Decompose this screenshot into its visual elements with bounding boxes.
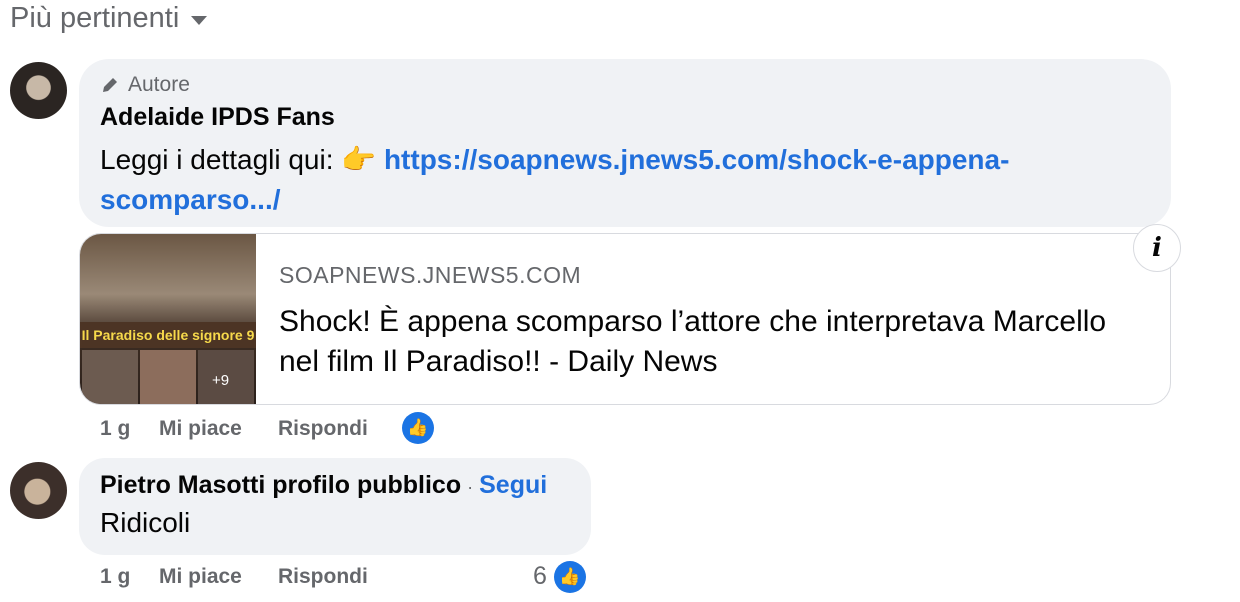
comment-time[interactable]: 1 g xyxy=(100,417,130,441)
like-button[interactable]: Mi piace xyxy=(159,565,242,589)
reaction-count[interactable]: 6 xyxy=(533,562,547,591)
comment-text: Ridicoli xyxy=(100,507,191,538)
sort-label: Più pertinenti xyxy=(10,2,180,34)
thumbnail-caption: Il Paradiso delle signore 9 xyxy=(80,322,256,348)
info-icon[interactable]: i xyxy=(1133,224,1181,272)
author-badge: Autore xyxy=(100,73,190,97)
pointing-hand-emoji: 👉 xyxy=(341,144,377,175)
thumbs-up-glyph: 👍 xyxy=(407,418,429,437)
comment-author[interactable]: Adelaide IPDS Fans xyxy=(100,103,335,132)
sort-dropdown[interactable]: Più pertinenti xyxy=(10,2,208,35)
avatar[interactable] xyxy=(10,462,67,519)
comment-author[interactable]: Pietro Masotti profilo pubblico xyxy=(100,471,461,499)
link-preview-card[interactable]: Il Paradiso delle signore 9 +9 SOAPNEWS.… xyxy=(79,233,1171,405)
follow-button[interactable]: Segui xyxy=(479,471,547,499)
thumbnail-more-count: +9 xyxy=(212,372,230,389)
preview-thumbnail: Il Paradiso delle signore 9 +9 xyxy=(80,234,256,404)
separator: · xyxy=(467,477,474,497)
preview-domain: SOAPNEWS.JNEWS5.COM xyxy=(279,262,582,288)
avatar[interactable] xyxy=(10,62,67,119)
author-badge-label: Autore xyxy=(128,73,190,96)
reply-button[interactable]: Rispondi xyxy=(278,417,368,441)
thumbnail-photo xyxy=(82,350,138,404)
pencil-icon xyxy=(103,78,117,92)
thumbs-up-glyph: 👍 xyxy=(559,567,581,586)
comment-text-prefix: Leggi i dettagli qui: xyxy=(100,144,334,175)
chevron-down-icon xyxy=(191,16,208,25)
reply-button[interactable]: Rispondi xyxy=(278,565,368,589)
thumbs-up-icon[interactable]: 👍 xyxy=(554,561,586,593)
comment-text: Leggi i dettagli qui: 👉 https://soapnews… xyxy=(100,140,1150,220)
comment-time[interactable]: 1 g xyxy=(100,565,130,589)
comment-header: Pietro Masotti profilo pubblico · Segui xyxy=(100,471,547,500)
thumbnail-photo xyxy=(140,350,196,404)
like-button[interactable]: Mi piace xyxy=(159,417,242,441)
preview-title: Shock! È appena scomparso l’attore che i… xyxy=(279,305,1107,378)
thumbs-up-icon[interactable]: 👍 xyxy=(402,412,434,444)
